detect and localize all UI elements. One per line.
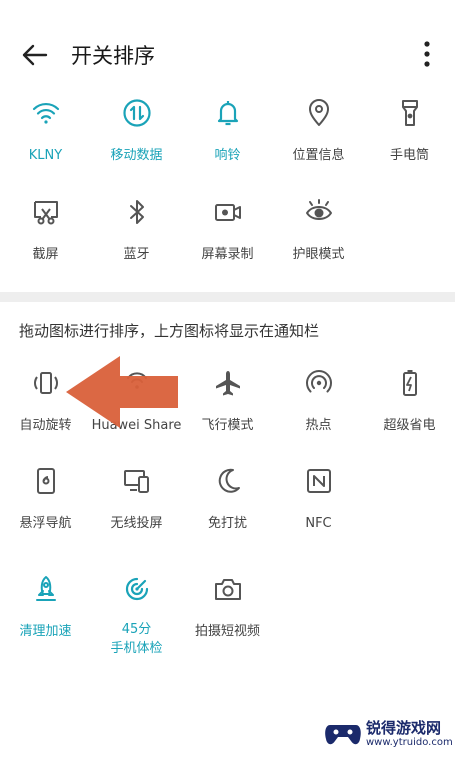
screenshot-icon	[33, 201, 58, 225]
screen-record-icon	[214, 204, 241, 221]
tile-label: 响铃	[214, 148, 241, 163]
gamepad-icon	[325, 725, 361, 745]
eye-comfort-icon	[305, 199, 332, 220]
hotspot-icon	[305, 370, 332, 393]
tile-wireless-projection[interactable]: 无线投屏	[91, 466, 182, 533]
tile-floating-nav[interactable]: 悬浮导航	[0, 466, 91, 533]
tile-hotspot[interactable]: 热点	[273, 368, 364, 435]
wifi-icon	[32, 102, 59, 124]
tile-label: 超级省电	[383, 418, 436, 433]
tile-screenshot[interactable]: 截屏	[0, 197, 91, 264]
wireless-projection-icon	[123, 470, 149, 493]
airplane-icon	[215, 371, 240, 396]
tile-label: 移动数据	[110, 148, 163, 163]
watermark-logo: 锐得游戏网 www.ytruido.com	[322, 715, 453, 755]
tile-huawei-share[interactable]: Huawei Share	[91, 368, 182, 435]
tile-label: 屏幕录制	[201, 247, 254, 262]
tile-battery-saver[interactable]: 超级省电	[364, 368, 455, 435]
tile-label: 无线投屏	[110, 516, 163, 531]
tile-label: 热点	[305, 418, 332, 433]
tile-label: 护眼模式	[292, 247, 345, 262]
tile-wifi[interactable]: KLNY	[0, 98, 91, 165]
nfc-icon	[306, 469, 331, 493]
watermark-url: www.ytruido.com	[366, 737, 453, 748]
tile-label: NFC	[305, 516, 332, 531]
tile-auto-rotate[interactable]: 自动旋转	[0, 368, 91, 435]
tile-label: 45分	[121, 622, 152, 637]
tile-label: 截屏	[32, 247, 59, 262]
tile-label: 手电筒	[389, 148, 429, 163]
tile-label: 悬浮导航	[19, 516, 72, 531]
tile-screen-record[interactable]: 屏幕录制	[182, 197, 273, 264]
tile-ring[interactable]: 响铃	[182, 98, 273, 165]
rocket-icon	[35, 576, 56, 601]
watermark-name: 锐得游戏网	[366, 719, 442, 737]
tile-label: 免打扰	[207, 516, 247, 531]
tile-label: 位置信息	[292, 148, 345, 163]
tile-bluetooth[interactable]: 蓝牙	[91, 197, 182, 264]
tile-nfc[interactable]: NFC	[273, 466, 364, 533]
sort-hint-text: 拖动图标进行排序，上方图标将显示在通知栏	[19, 322, 320, 340]
tile-do-not-disturb[interactable]: 免打扰	[182, 466, 273, 533]
tile-flashlight[interactable]: 手电筒	[364, 98, 455, 165]
tile-airplane[interactable]: 飞行模式	[182, 368, 273, 435]
tile-clean-boost[interactable]: 清理加速	[0, 574, 91, 641]
tile-label: 拍摄短视频	[194, 624, 260, 639]
page-title: 开关排序	[71, 44, 155, 68]
section-divider	[0, 292, 455, 302]
flashlight-icon	[401, 100, 418, 126]
bluetooth-icon	[129, 200, 144, 224]
tile-location[interactable]: 位置信息	[273, 98, 364, 165]
tile-mobile-data[interactable]: 移动数据	[91, 98, 182, 165]
tile-label-secondary: 手机体检	[110, 641, 163, 656]
phone-checkup-icon	[125, 577, 148, 601]
tile-label: KLNY	[28, 148, 63, 163]
tile-label: Huawei Share	[91, 418, 182, 433]
moon-icon	[218, 468, 240, 493]
back-arrow-icon[interactable]	[18, 38, 52, 72]
floating-nav-icon	[36, 468, 55, 494]
tile-phone-checkup[interactable]: 45分 手机体检	[91, 574, 182, 658]
camera-icon	[214, 579, 241, 600]
auto-rotate-icon	[33, 372, 58, 394]
share-icon	[126, 372, 147, 389]
tile-label: 蓝牙	[123, 247, 150, 262]
mobile-data-icon	[122, 99, 151, 127]
header-bar: 开关排序	[0, 0, 455, 108]
tile-label: 飞行模式	[201, 418, 254, 433]
tile-short-video[interactable]: 拍摄短视频	[182, 574, 273, 641]
battery-saver-icon	[402, 370, 417, 396]
tile-label: 清理加速	[19, 624, 72, 639]
more-options-icon[interactable]	[414, 38, 440, 72]
location-icon	[308, 99, 329, 126]
bell-icon	[217, 101, 238, 126]
tile-eye-comfort[interactable]: 护眼模式	[273, 197, 364, 264]
tile-label: 自动旋转	[19, 418, 72, 433]
